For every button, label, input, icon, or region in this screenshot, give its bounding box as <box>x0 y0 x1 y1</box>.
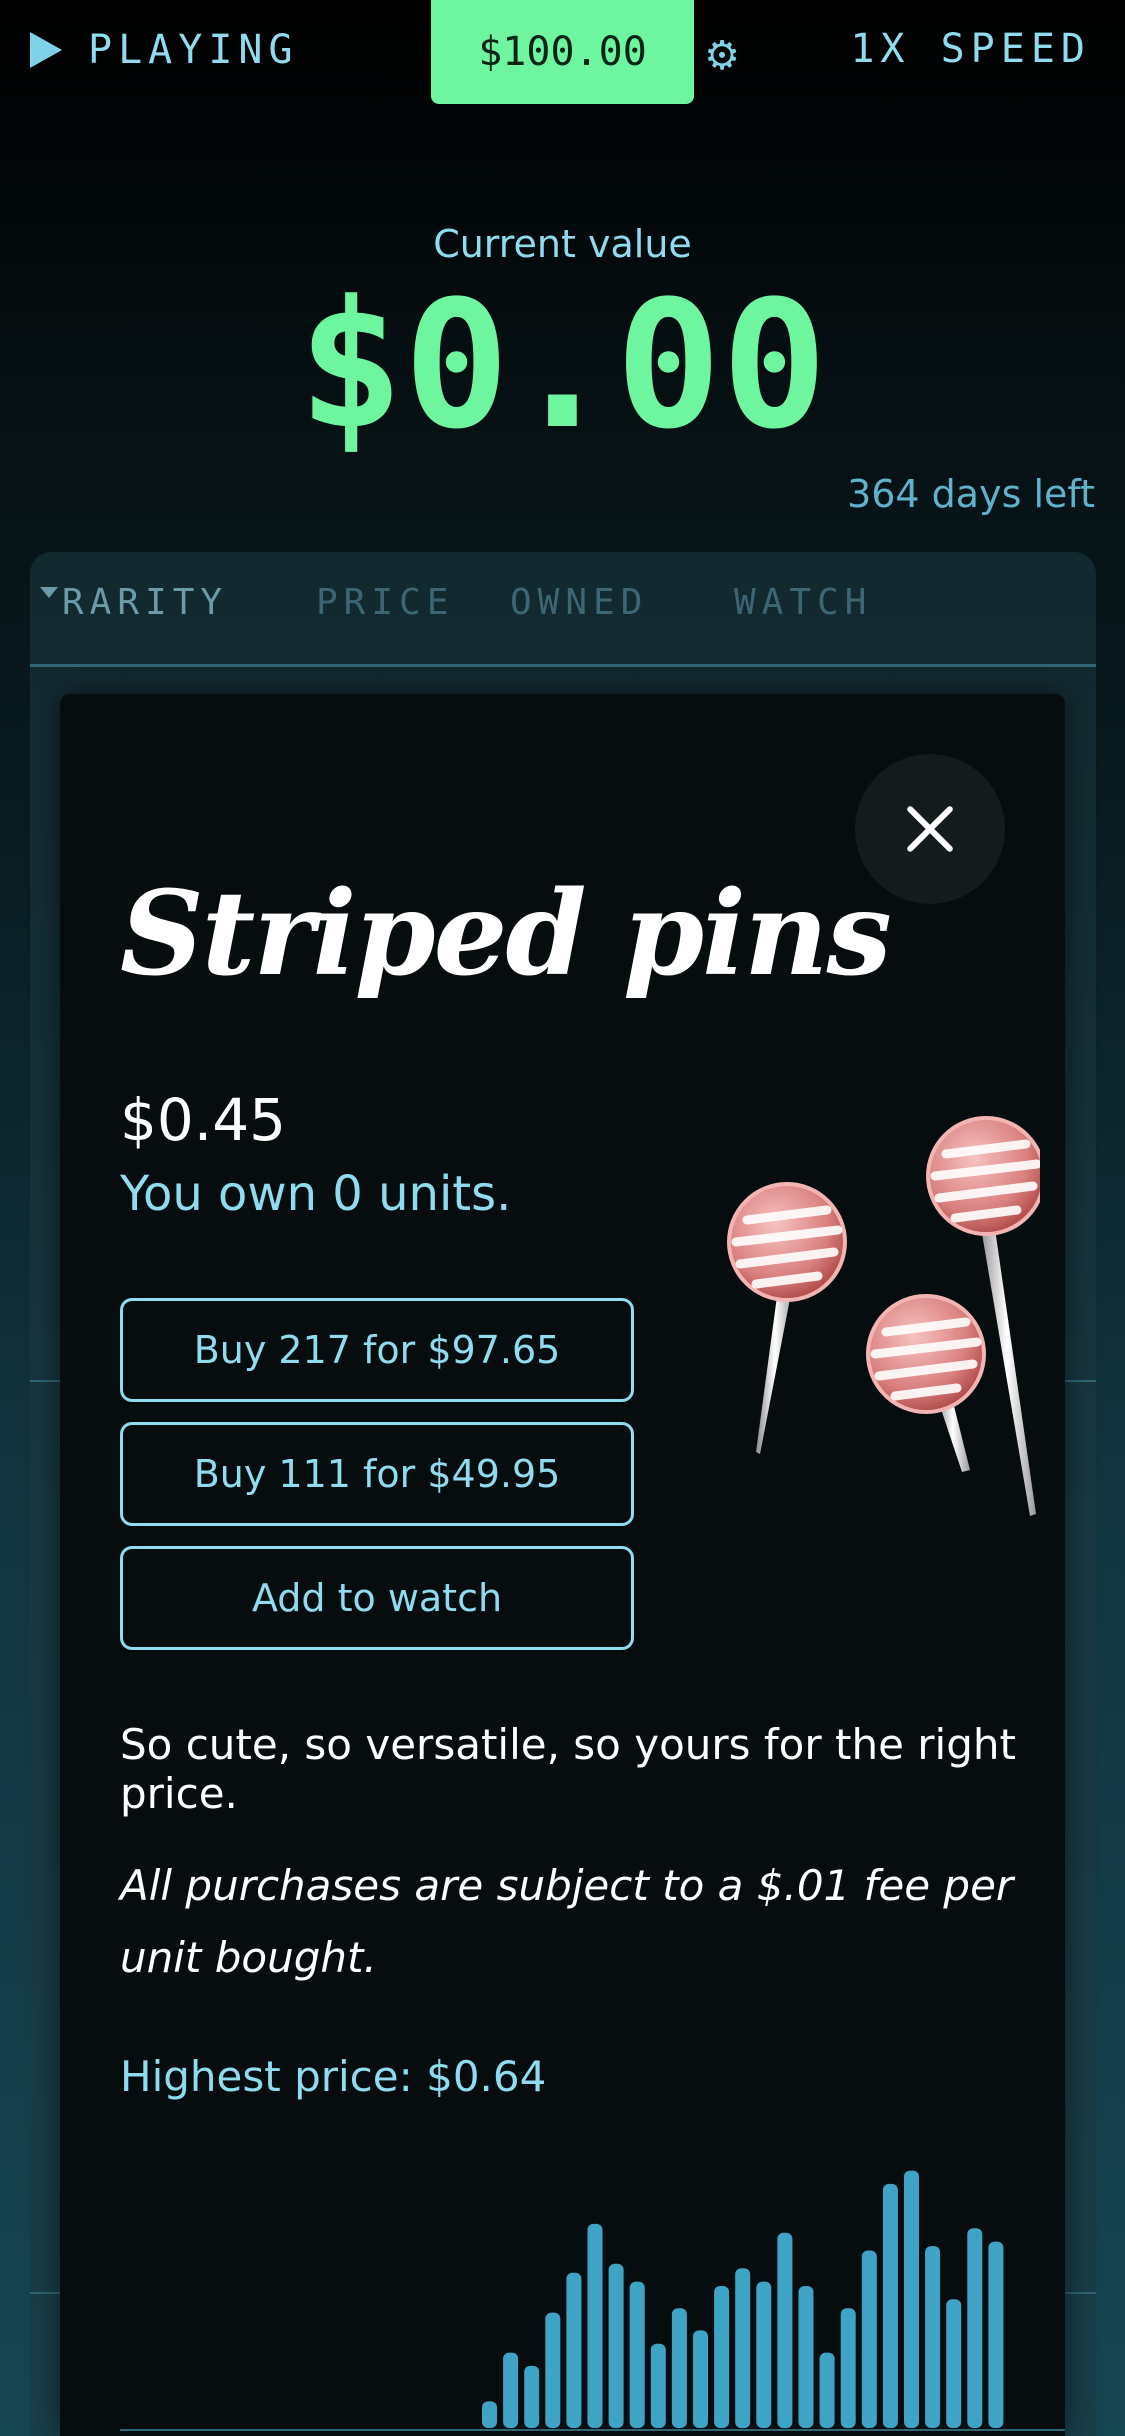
chart-bar <box>946 2299 962 2428</box>
chart-bar <box>629 2281 645 2428</box>
chart-bar <box>735 2268 751 2429</box>
item-title: Striped pins <box>120 866 892 1002</box>
chart-bar <box>882 2183 898 2428</box>
play-icon <box>30 32 62 68</box>
highest-price: Highest price: $0.64 <box>120 2052 547 2101</box>
chart-bar <box>503 2352 519 2428</box>
tab-owned[interactable]: OWNED <box>510 582 648 623</box>
buy-max-button[interactable]: Buy 217 for $97.65 <box>120 1298 634 1402</box>
owned-units: You own 0 units. <box>120 1166 512 1222</box>
chart-bar <box>650 2343 666 2428</box>
chart-bar <box>840 2308 856 2428</box>
tab-watch[interactable]: WATCH <box>734 582 872 623</box>
fee-note: All purchases are subject to a $.01 fee … <box>120 1861 1014 1982</box>
chart-bar <box>587 2223 603 2428</box>
play-status-label: PLAYING <box>88 27 299 73</box>
chart-bar <box>671 2308 687 2428</box>
cash-balance-button[interactable]: $100.00 <box>431 0 694 104</box>
sort-tabs: RARITY PRICE OWNED WATCH <box>30 552 1096 667</box>
chart-bar <box>777 2232 793 2429</box>
chart-bar <box>904 2170 919 2428</box>
item-description: So cute, so versatile, so yours for the … <box>120 1720 1016 1818</box>
chart-bar <box>798 2286 814 2428</box>
chart-bar <box>988 2241 1004 2428</box>
top-bar: PLAYING $100.00 ⚙ 1X SPEED <box>0 0 1125 110</box>
price-history-chart <box>120 2170 1065 2431</box>
chart-bar <box>608 2263 624 2428</box>
caret-down-icon <box>40 586 58 598</box>
chart-bar <box>545 2312 561 2428</box>
tab-rarity[interactable]: RARITY <box>40 582 228 623</box>
play-status-button[interactable]: PLAYING <box>30 22 299 78</box>
chart-bar <box>482 2401 497 2428</box>
tab-rarity-label: RARITY <box>62 582 229 623</box>
days-left: 364 days left <box>847 472 1095 516</box>
chart-bar <box>714 2286 730 2428</box>
current-value: $0.00 <box>297 263 828 468</box>
striped-pins-illustration <box>727 1116 1040 1516</box>
speed-toggle-button[interactable]: 1X SPEED <box>850 26 1091 72</box>
chart-bar <box>524 2365 540 2428</box>
chart-bar <box>967 2228 983 2428</box>
item-price: $0.45 <box>120 1086 287 1154</box>
chart-bar <box>925 2246 941 2428</box>
chart-bar <box>819 2352 835 2428</box>
current-value-label: Current value <box>433 222 692 266</box>
buy-half-button[interactable]: Buy 111 for $49.95 <box>120 1422 634 1526</box>
tab-price[interactable]: PRICE <box>316 582 454 623</box>
chart-bar <box>693 2330 708 2428</box>
item-detail-modal: Striped pins $0.45 You own 0 units. Buy … <box>60 694 1065 2436</box>
chart-bar <box>566 2272 582 2428</box>
gear-icon[interactable]: ⚙ <box>702 36 742 76</box>
chart-bar <box>756 2281 772 2428</box>
add-to-watch-button[interactable]: Add to watch <box>120 1546 634 1650</box>
chart-bar <box>861 2250 877 2428</box>
